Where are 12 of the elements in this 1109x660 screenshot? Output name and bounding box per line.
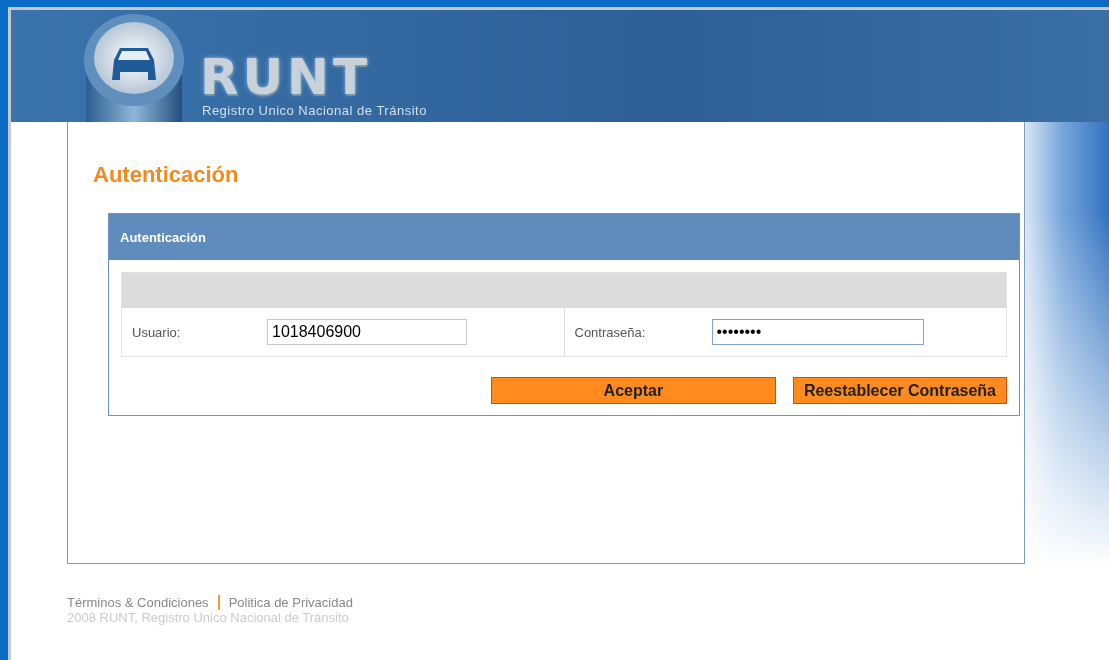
- action-button[interactable]: Reestablecer Contraseña: [792, 377, 1007, 404]
- field-label: Usuario:: [132, 324, 182, 340]
- tagline: Registro Unico Nacional de Tránsito: [202, 103, 427, 118]
- input-field[interactable]: 1018406900: [267, 319, 467, 345]
- input-field[interactable]: ••••••••: [711, 319, 924, 345]
- logo-text: RUNT: [200, 51, 373, 103]
- panel-title: Autenticación: [120, 229, 206, 245]
- action-button[interactable]: Aceptar: [490, 377, 776, 404]
- field-label: Contraseña:: [574, 324, 647, 340]
- terms-link[interactable]: Términos & Condiciones: [67, 595, 209, 610]
- page-title: Autenticación: [93, 162, 240, 188]
- privacy-link[interactable]: Politica de Privacidad: [228, 595, 353, 610]
